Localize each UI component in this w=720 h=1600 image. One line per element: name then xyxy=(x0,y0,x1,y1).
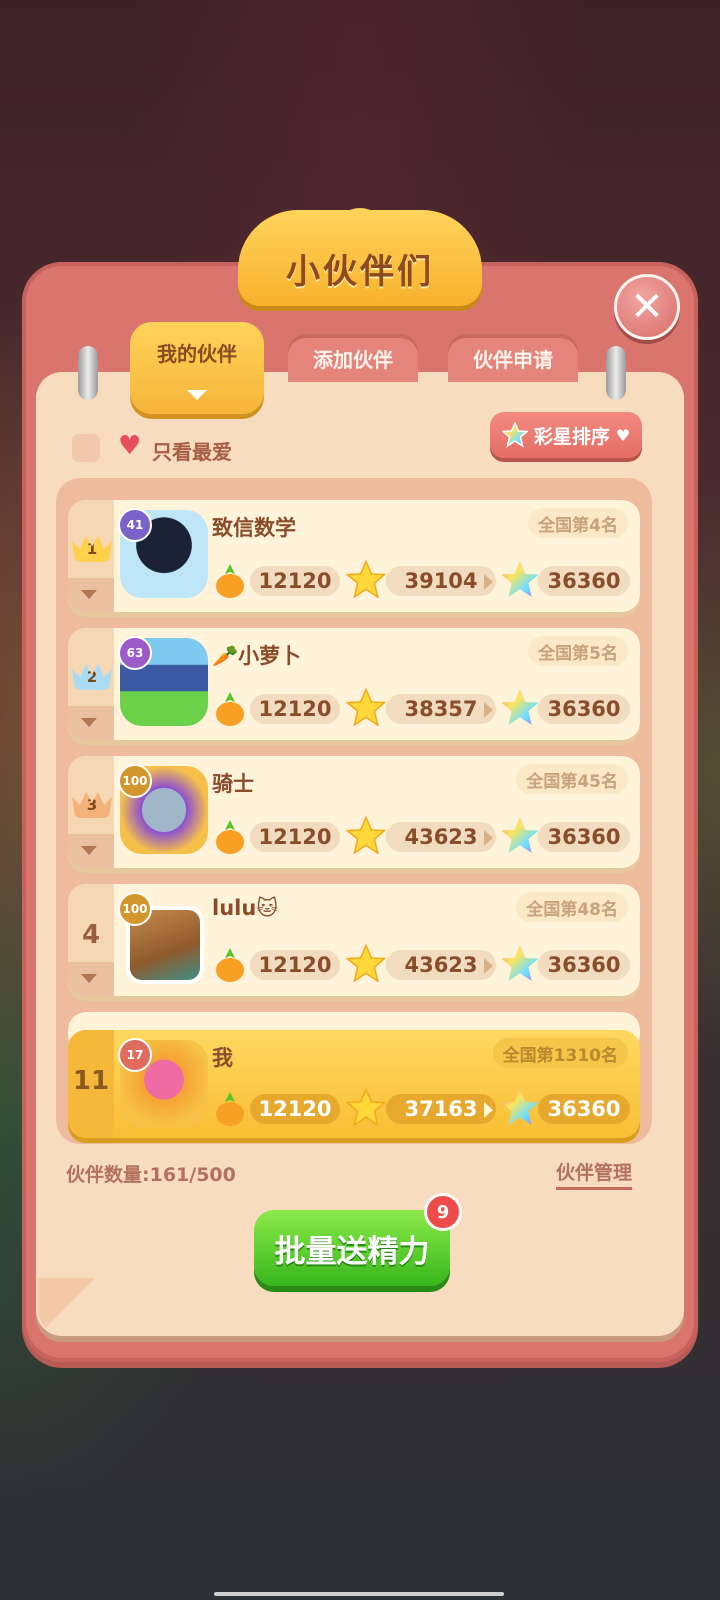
carrot-icon xyxy=(210,814,250,858)
my-row[interactable]: 11 17 我 全国第1310名 12120 37163 36360 xyxy=(68,1030,640,1138)
rainbow-count: 36360 xyxy=(538,1094,630,1124)
level-badge: 100 xyxy=(118,892,152,926)
rank-number: 11 xyxy=(72,1066,110,1096)
carrot-count: 12120 xyxy=(250,694,340,724)
rainbow-star-icon xyxy=(500,814,540,858)
page-curl xyxy=(38,1278,96,1334)
national-rank: 全国第5名 xyxy=(528,636,628,666)
friend-row[interactable]: 2 63 🥕小萝卜 全国第5名 12120 38357 36360 xyxy=(68,628,640,740)
rank-number: 4 xyxy=(81,920,101,950)
favorites-checkbox[interactable] xyxy=(72,434,100,462)
star-icon xyxy=(346,1086,386,1130)
national-rank: 全国第48名 xyxy=(516,892,628,922)
carrot-icon xyxy=(210,558,250,602)
expand-toggle[interactable] xyxy=(68,578,114,612)
rainbow-star-icon xyxy=(501,422,528,448)
friend-name: 🥕小萝卜 xyxy=(212,644,302,668)
expand-toggle[interactable] xyxy=(68,962,114,996)
dialog-title: 小伙伴们 xyxy=(286,252,434,292)
chevron-right-icon xyxy=(484,1102,493,1118)
heart-icon: ♥ xyxy=(118,431,142,461)
binder-ring-right xyxy=(606,346,626,400)
level-badge: 63 xyxy=(118,636,152,670)
national-rank: 全国第1310名 xyxy=(492,1038,628,1068)
carrot-count: 12120 xyxy=(250,950,340,980)
rainbow-star-icon xyxy=(500,1086,540,1130)
friend-count: 伙伴数量:161/500 xyxy=(66,1164,236,1186)
carrot-count: 12120 xyxy=(250,566,340,596)
level-badge: 100 xyxy=(118,764,152,798)
sort-button[interactable]: 彩星排序 ♥ xyxy=(490,412,642,458)
heart-icon: ♥ xyxy=(615,425,631,445)
batch-send-energy-button[interactable]: 批量送精力 xyxy=(254,1210,450,1286)
rainbow-star-icon xyxy=(500,558,540,602)
national-rank: 全国第45名 xyxy=(516,764,628,794)
tab-label: 我的伙伴 xyxy=(157,342,237,366)
home-indicator[interactable] xyxy=(214,1592,504,1596)
carrot-count: 12120 xyxy=(250,822,340,852)
chevron-right-icon xyxy=(484,830,493,846)
chevron-down-icon xyxy=(187,390,207,400)
friend-row[interactable]: 1 41 致信数学 全国第4名 12120 39104 36360 xyxy=(68,500,640,612)
close-icon: ✕ xyxy=(630,284,664,330)
chevron-right-icon xyxy=(484,574,493,590)
chevron-right-icon xyxy=(484,958,493,974)
carrot-icon xyxy=(210,942,250,986)
tab-add-friends[interactable]: 添加伙伴 xyxy=(288,334,418,382)
close-button[interactable]: ✕ xyxy=(614,274,680,340)
rainbow-count: 36360 xyxy=(538,822,630,852)
sort-label: 彩星排序 xyxy=(533,425,610,448)
star-count: 37163 xyxy=(386,1094,496,1124)
favorites-label: 只看最爱 xyxy=(152,440,232,464)
tab-label: 伙伴申请 xyxy=(473,347,553,372)
friend-name: 骑士 xyxy=(212,772,254,796)
expand-toggle[interactable] xyxy=(68,706,114,740)
star-count: 43623 xyxy=(386,822,496,852)
friend-name: lulu🐱 xyxy=(212,896,279,920)
tab-friend-requests[interactable]: 伙伴申请 xyxy=(448,334,578,382)
my-name: 我 xyxy=(212,1046,233,1070)
star-icon xyxy=(346,942,386,986)
rainbow-count: 36360 xyxy=(538,694,630,724)
carrot-count: 12120 xyxy=(250,1094,340,1124)
star-count: 38357 xyxy=(386,694,496,724)
tab-my-friends[interactable]: 我的伙伴 xyxy=(130,322,264,414)
chevron-right-icon xyxy=(484,702,493,718)
rainbow-count: 36360 xyxy=(538,950,630,980)
send-label: 批量送精力 xyxy=(274,1233,430,1270)
notification-badge: 9 xyxy=(424,1193,462,1231)
friend-row[interactable]: 4 100 lulu🐱 全国第48名 12120 43623 36360 xyxy=(68,884,640,996)
carrot-icon xyxy=(210,1086,250,1130)
level-badge: 41 xyxy=(118,508,152,542)
star-icon xyxy=(346,686,386,730)
binder-ring-left xyxy=(78,346,98,400)
star-icon xyxy=(346,558,386,602)
friend-row[interactable]: 3 100 骑士 全国第45名 12120 43623 36360 xyxy=(68,756,640,868)
rainbow-star-icon xyxy=(500,686,540,730)
carrot-icon xyxy=(210,686,250,730)
level-badge: 17 xyxy=(118,1038,152,1072)
tab-label: 添加伙伴 xyxy=(313,347,393,372)
star-count: 43623 xyxy=(386,950,496,980)
star-icon xyxy=(346,814,386,858)
star-count: 39104 xyxy=(386,566,496,596)
manage-friends-link[interactable]: 伙伴管理 xyxy=(556,1158,633,1190)
rainbow-count: 36360 xyxy=(538,566,630,596)
rainbow-star-icon xyxy=(500,942,540,986)
national-rank: 全国第4名 xyxy=(528,508,628,538)
friend-name: 致信数学 xyxy=(212,516,296,540)
expand-toggle[interactable] xyxy=(68,834,114,868)
